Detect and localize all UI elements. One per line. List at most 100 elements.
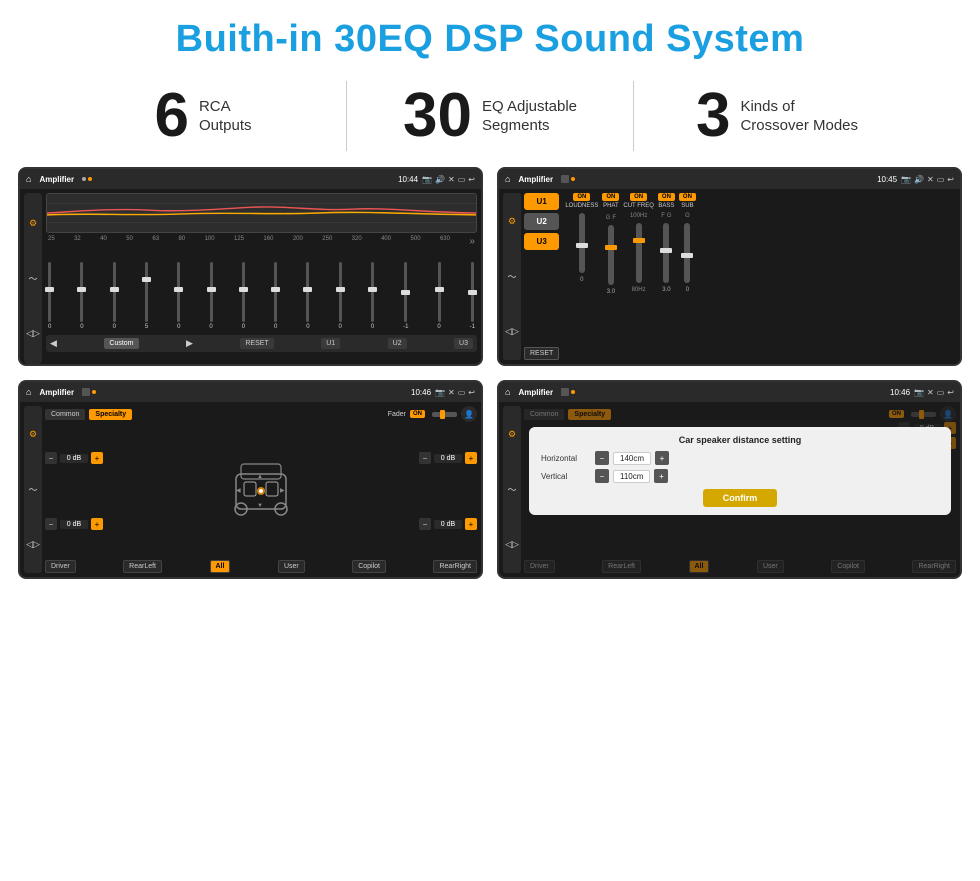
- eq-u1-btn[interactable]: U1: [321, 338, 340, 349]
- cutfreq-slider[interactable]: [636, 223, 642, 283]
- all-btn-3[interactable]: All: [210, 560, 231, 573]
- eq-label-250: 250: [322, 236, 332, 247]
- vertical-plus-btn[interactable]: +: [654, 469, 668, 483]
- spec-icon-wave[interactable]: 〜: [28, 480, 37, 499]
- cross-col-cutfreq: ON CUT FREQ 100Hz 80Hz: [623, 193, 654, 360]
- eq-u2-btn[interactable]: U2: [388, 338, 407, 349]
- back-icon-1[interactable]: ↩: [468, 175, 475, 184]
- eq-slider-1[interactable]: 0: [48, 262, 51, 330]
- phat-slider[interactable]: [608, 225, 614, 285]
- eq-icon-tune[interactable]: ⚙: [29, 215, 37, 232]
- app-name-3: Amplifier: [39, 388, 74, 397]
- minus-btn-2[interactable]: −: [45, 518, 57, 530]
- home-icon-4[interactable]: ⌂: [505, 387, 510, 397]
- close-icon-4[interactable]: ✕: [927, 388, 934, 397]
- eq-slider-2[interactable]: 0: [80, 262, 83, 330]
- rearleft-btn-3[interactable]: RearLeft: [123, 560, 162, 573]
- statusbar-1: ⌂ Amplifier 10:44 📷 🔊 ✕ ▭ ↩: [20, 169, 481, 189]
- eq-slider-4[interactable]: 5: [145, 262, 148, 330]
- minus-btn-1[interactable]: −: [45, 452, 57, 464]
- eq-slider-5[interactable]: 0: [177, 262, 180, 330]
- spec-icon-vol[interactable]: ◁▷: [26, 536, 40, 553]
- u2-button[interactable]: U2: [524, 213, 559, 230]
- plus-btn-2[interactable]: +: [91, 518, 103, 530]
- confirm-button[interactable]: Confirm: [703, 489, 778, 507]
- close-icon-1[interactable]: ✕: [448, 175, 455, 184]
- home-icon-1[interactable]: ⌂: [26, 174, 31, 184]
- cutfreq-on[interactable]: ON: [630, 193, 647, 201]
- bass-slider[interactable]: [663, 223, 669, 283]
- phat-on[interactable]: ON: [602, 193, 619, 201]
- person-icon[interactable]: 👤: [461, 406, 477, 422]
- window-icon-3[interactable]: ▭: [458, 388, 466, 397]
- rearright-btn-4: RearRight: [912, 560, 956, 573]
- plus-btn-1[interactable]: +: [91, 452, 103, 464]
- back-icon-3[interactable]: ↩: [468, 388, 475, 397]
- minus-btn-4[interactable]: −: [419, 518, 431, 530]
- rearright-btn-3[interactable]: RearRight: [433, 560, 477, 573]
- dialog-icon-eq[interactable]: ⚙: [508, 426, 516, 443]
- driver-btn-3[interactable]: Driver: [45, 560, 76, 573]
- eq-label-100: 100: [205, 236, 215, 247]
- back-icon-4[interactable]: ↩: [947, 388, 954, 397]
- eq-prev-btn[interactable]: ◀: [50, 338, 57, 349]
- eq-slider-10[interactable]: 0: [339, 262, 342, 330]
- eq-slider-3[interactable]: 0: [113, 262, 116, 330]
- eq-slider-8[interactable]: 0: [274, 262, 277, 330]
- screen-specialty: ⌂ Amplifier 10:46 📷 ✕ ▭ ↩ ⚙ 〜 ◁▷: [18, 380, 483, 579]
- eq-slider-13[interactable]: 0: [437, 262, 440, 330]
- common-tab[interactable]: Common: [45, 409, 85, 420]
- user-btn-3[interactable]: User: [278, 560, 305, 573]
- eq-slider-12[interactable]: -1: [403, 262, 408, 330]
- cross-reset-btn[interactable]: RESET: [524, 347, 559, 360]
- cross-icon-eq[interactable]: ⚙: [508, 213, 516, 230]
- fader-slider[interactable]: [432, 412, 457, 417]
- eq-slider-9[interactable]: 0: [306, 262, 309, 330]
- eq-icon-wave[interactable]: 〜: [28, 269, 37, 288]
- vertical-minus-btn[interactable]: −: [595, 469, 609, 483]
- dialog-icon-vol[interactable]: ◁▷: [505, 536, 519, 553]
- fader-on-btn[interactable]: ON: [410, 410, 425, 418]
- window-icon-1[interactable]: ▭: [458, 175, 466, 184]
- eq-icon-speaker[interactable]: ◁▷: [26, 325, 40, 342]
- bass-on[interactable]: ON: [658, 193, 675, 201]
- window-icon-2[interactable]: ▭: [937, 175, 945, 184]
- sub-slider[interactable]: [684, 223, 690, 283]
- cross-icon-wave[interactable]: 〜: [507, 267, 516, 286]
- back-icon-2[interactable]: ↩: [947, 175, 954, 184]
- loudness-slider[interactable]: [579, 213, 585, 273]
- copilot-btn-3[interactable]: Copilot: [352, 560, 386, 573]
- plus-btn-4[interactable]: +: [465, 518, 477, 530]
- camera-icon-3: 📷: [435, 388, 445, 397]
- eq-slider-6[interactable]: 0: [209, 262, 212, 330]
- loudness-on[interactable]: ON: [573, 193, 590, 201]
- eq-play-btn[interactable]: ▶: [186, 338, 193, 349]
- eq-chevron-right[interactable]: »: [469, 236, 475, 247]
- u1-button[interactable]: U1: [524, 193, 559, 210]
- home-icon-2[interactable]: ⌂: [505, 174, 510, 184]
- u3-button[interactable]: U3: [524, 233, 559, 250]
- eq-slider-11[interactable]: 0: [371, 262, 374, 330]
- plus-btn-3[interactable]: +: [465, 452, 477, 464]
- car-diagram: ▲ ▼ ◀ ▶: [107, 425, 415, 557]
- eq-label-500: 500: [411, 236, 421, 247]
- cross-icon-3[interactable]: ✕: [448, 388, 455, 397]
- eq-slider-7[interactable]: 0: [242, 262, 245, 330]
- horizontal-plus-btn[interactable]: +: [655, 451, 669, 465]
- dialog-overlay: Car speaker distance setting Horizontal …: [524, 422, 956, 520]
- cross-icon-vol[interactable]: ◁▷: [505, 323, 519, 340]
- horizontal-minus-btn[interactable]: −: [595, 451, 609, 465]
- eq-reset-btn[interactable]: RESET: [240, 338, 273, 349]
- dialog-icon-wave[interactable]: 〜: [507, 480, 516, 499]
- specialty-tab[interactable]: Specialty: [89, 409, 132, 420]
- eq-custom-btn[interactable]: Custom: [104, 338, 138, 349]
- window-icon-4[interactable]: ▭: [937, 388, 945, 397]
- home-icon-3[interactable]: ⌂: [26, 387, 31, 397]
- minus-btn-3[interactable]: −: [419, 452, 431, 464]
- eq-slider-14[interactable]: -1: [470, 262, 475, 330]
- eq-u3-btn[interactable]: U3: [454, 338, 473, 349]
- spec-icon-eq[interactable]: ⚙: [29, 426, 37, 443]
- eq-sliders: 0 0 0 5 0: [46, 250, 477, 330]
- close-icon-2[interactable]: ✕: [927, 175, 934, 184]
- sub-on[interactable]: ON: [679, 193, 696, 201]
